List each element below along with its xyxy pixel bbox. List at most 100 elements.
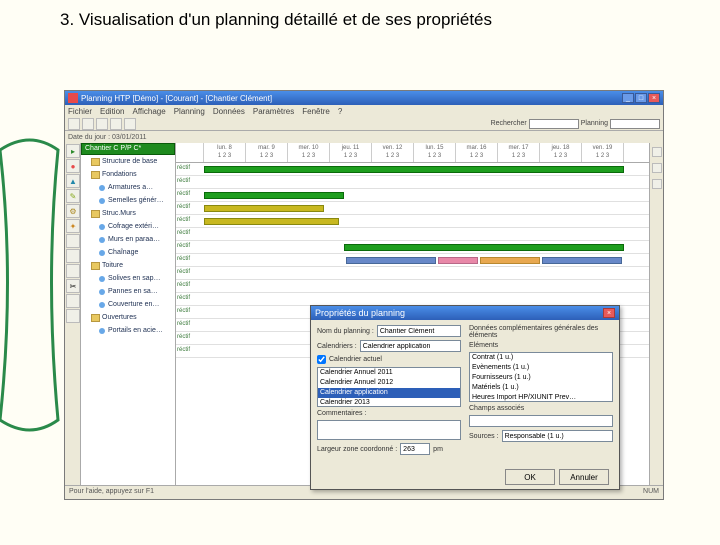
task-icon xyxy=(99,302,105,308)
tool-button[interactable]: ▲ xyxy=(66,174,80,188)
tool-button[interactable] xyxy=(66,309,80,323)
left-toolbar: ▸ ● ▲ ✎ ⚙ ✦ ✂ xyxy=(65,143,81,485)
toolbar-button[interactable] xyxy=(68,118,80,130)
gantt-bar[interactable] xyxy=(344,244,624,251)
task-icon xyxy=(99,328,105,334)
toolbar-button[interactable] xyxy=(110,118,122,130)
menu-help[interactable]: ? xyxy=(338,107,342,116)
active-label: Calendrier actuel xyxy=(329,356,382,363)
menu-edit[interactable]: Edition xyxy=(100,107,124,116)
app-icon xyxy=(68,93,78,103)
menu-file[interactable]: Fichier xyxy=(68,107,92,116)
task-icon xyxy=(99,198,105,204)
date-bar: Date du jour : 03/01/2011 xyxy=(65,131,663,143)
gantt-bar[interactable] xyxy=(542,257,622,264)
gantt-bar[interactable] xyxy=(204,166,624,173)
comments-input[interactable] xyxy=(317,420,461,440)
cancel-button[interactable]: Annuler xyxy=(559,469,609,485)
tool-button[interactable] xyxy=(66,249,80,263)
close-button[interactable]: × xyxy=(648,93,660,103)
task-icon xyxy=(99,185,105,191)
list-item[interactable]: Calendrier Annuel 2011 xyxy=(318,368,460,378)
right-tool-button[interactable] xyxy=(652,147,662,157)
list-item[interactable]: Calendrier Annuel 2012 xyxy=(318,378,460,388)
calendar-combo[interactable] xyxy=(360,340,461,352)
gantt-bar[interactable] xyxy=(346,257,436,264)
tree-item[interactable]: Pannes en sa… xyxy=(81,285,175,298)
menu-view[interactable]: Affichage xyxy=(132,107,165,116)
planning-input[interactable] xyxy=(610,119,660,129)
tool-button[interactable]: ✂ xyxy=(66,279,80,293)
tree-root[interactable]: Chantier C P/P C* xyxy=(81,143,175,155)
search-input[interactable] xyxy=(529,119,579,129)
tool-button[interactable]: ✎ xyxy=(66,189,80,203)
gantt-bar[interactable] xyxy=(204,218,339,225)
list-item[interactable]: Contrat (1 u.) xyxy=(470,353,612,363)
tree-item[interactable]: Couverture en… xyxy=(81,298,175,311)
toolbar-button[interactable] xyxy=(82,118,94,130)
dialog-close-button[interactable]: × xyxy=(603,308,615,318)
tree-item[interactable]: Solives en sap… xyxy=(81,272,175,285)
tool-button[interactable] xyxy=(66,294,80,308)
gantt-bar[interactable] xyxy=(438,257,478,264)
tree-item[interactable]: Portails en acie… xyxy=(81,324,175,337)
elements-list[interactable]: Contrat (1 u.) Evènements (1 u.) Fournis… xyxy=(469,352,613,402)
tree-item[interactable]: Fondations xyxy=(81,168,175,181)
tree-item[interactable]: Cofrage extéri… xyxy=(81,220,175,233)
name-label: Nom du planning : xyxy=(317,328,374,335)
menu-params[interactable]: Paramètres xyxy=(253,107,294,116)
task-tree: Chantier C P/P C* Structure de base Fond… xyxy=(81,143,176,485)
right-tool-button[interactable] xyxy=(652,179,662,189)
right-title: Données complémentaires générales des él… xyxy=(469,325,613,339)
gantt-bar[interactable] xyxy=(204,192,344,199)
list-item[interactable]: Fournisseurs (1 u.) xyxy=(470,373,612,383)
list-item[interactable]: Heures Import HP/XIUNIT Prev… xyxy=(470,393,612,402)
tool-button[interactable]: ● xyxy=(66,159,80,173)
list-item[interactable]: Evènements (1 u.) xyxy=(470,363,612,373)
tree-item[interactable]: Chaînage xyxy=(81,246,175,259)
tree-item[interactable]: Structure de base xyxy=(81,155,175,168)
ok-button[interactable]: OK xyxy=(505,469,555,485)
right-tool-button[interactable] xyxy=(652,163,662,173)
tool-button[interactable]: ⚙ xyxy=(66,204,80,218)
menu-data[interactable]: Données xyxy=(213,107,245,116)
gantt-bar[interactable] xyxy=(204,205,324,212)
tool-button[interactable]: ✦ xyxy=(66,219,80,233)
gantt-bar[interactable] xyxy=(480,257,540,264)
tool-button[interactable] xyxy=(66,234,80,248)
toolbar-button[interactable] xyxy=(96,118,108,130)
tree-item[interactable]: Murs en paraa… xyxy=(81,233,175,246)
tree-item[interactable]: Toiture xyxy=(81,259,175,272)
tree-item[interactable]: Struc.Murs xyxy=(81,207,175,220)
width-unit: pm xyxy=(433,446,443,453)
resp-input[interactable] xyxy=(502,430,613,442)
tool-button[interactable] xyxy=(66,264,80,278)
menu-window[interactable]: Fenêtre xyxy=(302,107,330,116)
dialog-titlebar: Propriétés du planning × xyxy=(311,306,619,320)
menubar: Fichier Edition Affichage Planning Donné… xyxy=(65,105,663,117)
list-item[interactable]: Matériels (1 u.) xyxy=(470,383,612,393)
folder-icon xyxy=(91,158,100,166)
champs-input[interactable] xyxy=(469,415,613,427)
champs-label: Champs associés xyxy=(469,405,613,412)
planning-name-input[interactable] xyxy=(377,325,461,337)
maximize-button[interactable]: □ xyxy=(635,93,647,103)
slide-decoration xyxy=(0,0,60,540)
tree-item[interactable]: Ouvertures xyxy=(81,311,175,324)
tree-item[interactable]: Semelles génér… xyxy=(81,194,175,207)
tool-button[interactable]: ▸ xyxy=(66,144,80,158)
width-label: Largeur zone coordonné : xyxy=(317,446,397,453)
menu-planning[interactable]: Planning xyxy=(174,107,205,116)
width-input[interactable] xyxy=(400,443,430,455)
task-icon xyxy=(99,250,105,256)
tree-item[interactable]: Armatures a… xyxy=(81,181,175,194)
active-calendar-checkbox[interactable] xyxy=(317,355,326,364)
list-item[interactable]: Calendrier 2013 xyxy=(318,398,460,407)
minimize-button[interactable]: _ xyxy=(622,93,634,103)
list-item[interactable]: Calendrier application xyxy=(318,388,460,398)
task-icon xyxy=(99,276,105,282)
calendars-label: Calendriers : xyxy=(317,343,357,350)
calendar-list[interactable]: Calendrier Annuel 2011 Calendrier Annuel… xyxy=(317,367,461,407)
toolbar-button[interactable] xyxy=(124,118,136,130)
slide-title: 3. Visualisation d'un planning détaillé … xyxy=(60,10,492,30)
